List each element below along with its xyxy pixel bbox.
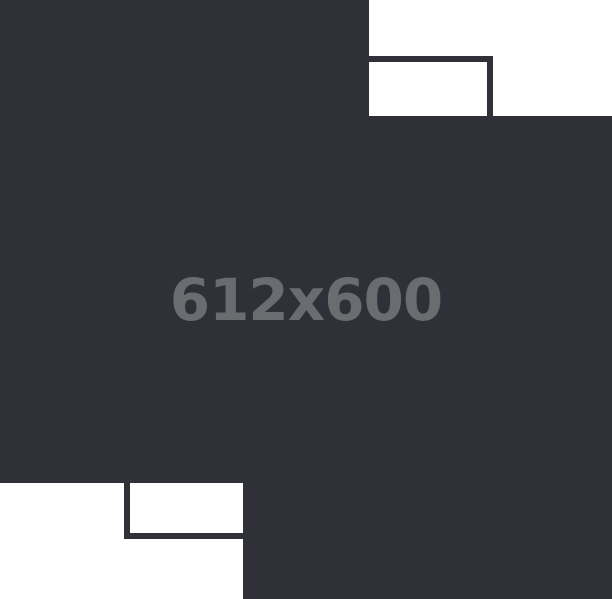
- placeholder-size-label: 612x600: [169, 266, 444, 334]
- placeholder-outline-bottom: [124, 483, 243, 539]
- placeholder-canvas: 612x600: [0, 0, 612, 599]
- placeholder-outline-top: [369, 56, 493, 116]
